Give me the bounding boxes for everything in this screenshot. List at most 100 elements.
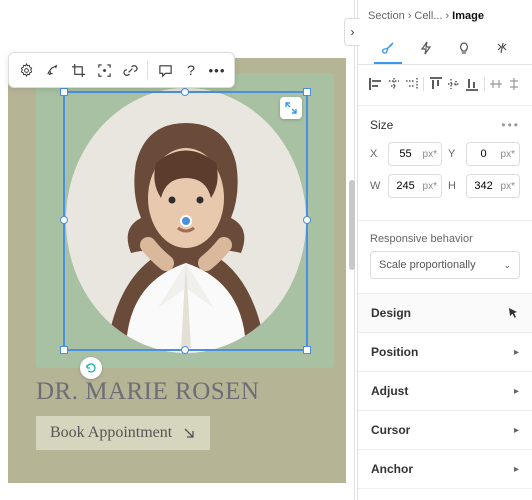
resize-handle-bl[interactable] [60, 346, 68, 354]
tab-code[interactable] [488, 34, 516, 64]
scrollbar[interactable] [348, 180, 356, 420]
breadcrumb: Section › Cell... › Image [358, 0, 532, 28]
settings-button[interactable] [13, 57, 39, 83]
align-right-button[interactable] [404, 75, 420, 93]
expand-icon [285, 102, 297, 114]
responsive-section: Responsive behavior Scale proportionally… [358, 221, 532, 294]
comment-icon [158, 63, 173, 78]
resize-handle-tm[interactable] [181, 88, 189, 96]
align-left-icon [369, 78, 383, 90]
link-button[interactable] [117, 57, 143, 83]
align-hcenter-icon [387, 78, 401, 90]
w-label: W [370, 180, 382, 192]
crop-icon [71, 63, 86, 78]
more-icon: ••• [209, 63, 226, 78]
y-unit: px* [501, 149, 519, 160]
element-toolbar: ? ••• [8, 52, 235, 88]
h-label: H [448, 180, 460, 192]
responsive-label: Responsive behavior [370, 233, 520, 245]
collapse-panel-button[interactable]: › [344, 18, 360, 46]
align-hcenter-button[interactable] [386, 75, 402, 93]
accordion-anchor-label: Anchor [371, 462, 413, 476]
y-label: Y [448, 148, 460, 160]
breadcrumb-cell[interactable]: Cell... [414, 10, 442, 22]
dist-h-button[interactable] [488, 75, 504, 93]
page-background: DR. MARIE ROSEN Book Appointment [8, 58, 346, 483]
align-separator [484, 77, 485, 91]
bulb-icon [457, 41, 471, 55]
y-input[interactable] [467, 148, 501, 160]
align-vcenter-icon [448, 77, 460, 91]
accordion-position-label: Position [371, 345, 418, 359]
help-button[interactable]: ? [178, 57, 204, 83]
cta-button[interactable]: Book Appointment [36, 416, 210, 450]
chevron-down-icon: ⌄ [503, 260, 511, 271]
w-unit: px* [423, 181, 441, 192]
responsive-dropdown[interactable]: Scale proportionally ⌄ [370, 251, 520, 279]
resize-handle-tr[interactable] [303, 88, 311, 96]
align-right-icon [404, 78, 418, 90]
animate-button[interactable] [39, 57, 65, 83]
tab-effects[interactable] [450, 34, 478, 64]
accordion-cursor-label: Cursor [371, 423, 410, 437]
accordion-adjust[interactable]: Adjust ▸ [358, 372, 532, 411]
comment-button[interactable] [152, 57, 178, 83]
accordion-adjust-label: Adjust [371, 384, 408, 398]
tools-icon [495, 41, 509, 55]
dist-v-button[interactable] [506, 75, 522, 93]
more-button[interactable]: ••• [204, 57, 230, 83]
gear-icon [19, 63, 34, 78]
resize-handle-mr[interactable] [303, 216, 311, 224]
w-input[interactable] [389, 180, 423, 192]
focal-button[interactable] [91, 57, 117, 83]
resize-handle-br[interactable] [303, 346, 311, 354]
h-input-wrap[interactable]: px* [466, 174, 520, 198]
align-bottom-button[interactable] [464, 75, 480, 93]
align-top-icon [430, 77, 442, 91]
arrow-down-right-icon [182, 426, 196, 440]
resize-handle-bm[interactable] [181, 346, 189, 354]
accordion-anchor[interactable]: Anchor ▸ [358, 450, 532, 489]
expand-button[interactable] [280, 97, 302, 119]
h-input[interactable] [467, 180, 501, 192]
tab-design[interactable] [374, 34, 402, 64]
breadcrumb-section[interactable]: Section [368, 10, 405, 22]
rotate-handle[interactable] [80, 357, 102, 379]
align-vcenter-button[interactable] [446, 75, 462, 93]
w-input-wrap[interactable]: px* [388, 174, 442, 198]
crop-button[interactable] [65, 57, 91, 83]
accordion-design[interactable]: Design [358, 294, 532, 333]
x-unit: px* [423, 149, 441, 160]
size-more-button[interactable]: ••• [501, 118, 520, 132]
breadcrumb-current: Image [452, 10, 484, 22]
chevron-right-icon: ▸ [514, 464, 519, 475]
tab-interactions[interactable] [412, 34, 440, 64]
accordion-position[interactable]: Position ▸ [358, 333, 532, 372]
resize-handle-tl[interactable] [60, 88, 68, 96]
selection-bounds[interactable] [63, 91, 308, 351]
dist-v-icon [508, 77, 520, 91]
scrollbar-thumb[interactable] [349, 180, 355, 270]
breadcrumb-sep: › [408, 10, 412, 22]
align-top-button[interactable] [428, 75, 444, 93]
alignment-row [358, 65, 532, 106]
responsive-value: Scale proportionally [379, 259, 476, 271]
center-point[interactable] [180, 215, 192, 227]
align-left-button[interactable] [368, 75, 384, 93]
focal-point-icon [97, 63, 112, 78]
x-input-wrap[interactable]: px* [388, 142, 442, 166]
canvas-area: DR. MARIE ROSEN Book Appointment ? ••• [0, 0, 355, 500]
chevron-right-icon: ▸ [514, 386, 519, 397]
cta-label: Book Appointment [50, 424, 172, 442]
x-input[interactable] [389, 148, 423, 160]
page-title: DR. MARIE ROSEN [36, 378, 260, 406]
resize-handle-ml[interactable] [60, 216, 68, 224]
toolbar-separator [147, 61, 148, 79]
accordion-cursor[interactable]: Cursor ▸ [358, 411, 532, 450]
x-label: X [370, 148, 382, 160]
inspector-panel: › Section › Cell... › Image Size ••• X p… [357, 0, 532, 500]
inspector-tabs [358, 28, 532, 65]
brush-icon [380, 40, 396, 56]
h-unit: px* [501, 181, 519, 192]
y-input-wrap[interactable]: px* [466, 142, 520, 166]
